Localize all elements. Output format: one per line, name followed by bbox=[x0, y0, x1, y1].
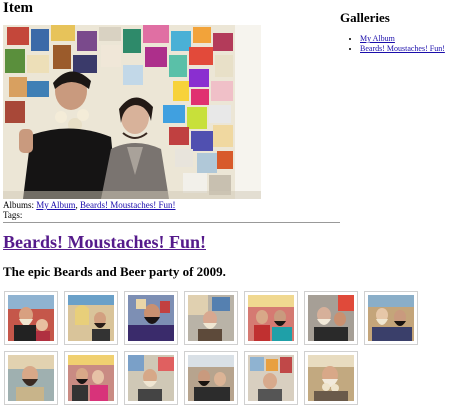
gallery-link-beards[interactable]: Beards! Moustaches! Fun! bbox=[360, 44, 445, 53]
album-link-beards[interactable]: Beards! Moustaches! Fun! bbox=[80, 200, 175, 210]
thumbnail[interactable] bbox=[124, 291, 178, 345]
thumbnail[interactable] bbox=[184, 291, 238, 345]
galleries-list-item: My Album bbox=[360, 34, 450, 44]
thumbnail[interactable] bbox=[244, 291, 298, 345]
thumbnail[interactable] bbox=[304, 291, 358, 345]
thumbnail[interactable] bbox=[4, 291, 58, 345]
album-link-my-album[interactable]: My Album bbox=[36, 200, 75, 210]
galleries-heading: Galleries bbox=[340, 10, 390, 25]
thumbnail[interactable] bbox=[4, 351, 58, 405]
albums-line: Albums: My Album, Beards! Moustaches! Fu… bbox=[3, 200, 176, 210]
item-heading: Item bbox=[3, 0, 33, 16]
thumbnail[interactable] bbox=[124, 351, 178, 405]
gallery-title-link[interactable]: Beards! Moustaches! Fun! bbox=[3, 232, 206, 253]
thumbnail[interactable] bbox=[64, 351, 118, 405]
tags-label: Tags: bbox=[3, 210, 23, 220]
galleries-sidebar: Galleries My Album Beards! Moustaches! F… bbox=[340, 10, 450, 54]
albums-label: Albums: bbox=[3, 200, 35, 210]
page: Item Albums: My Album, Beards! Moustache… bbox=[0, 0, 450, 414]
gallery-description: The epic Beards and Beer party of 2009. bbox=[3, 264, 226, 279]
thumbnail[interactable] bbox=[304, 351, 358, 405]
galleries-list: My Album Beards! Moustaches! Fun! bbox=[340, 34, 450, 54]
thumbnail[interactable] bbox=[244, 351, 298, 405]
gallery-link-my-album[interactable]: My Album bbox=[360, 34, 395, 43]
main-photo[interactable] bbox=[3, 25, 261, 199]
divider bbox=[3, 222, 340, 223]
tags-line: Tags: bbox=[3, 210, 22, 220]
galleries-list-item: Beards! Moustaches! Fun! bbox=[360, 44, 450, 54]
thumbnail[interactable] bbox=[364, 291, 418, 345]
thumbnail[interactable] bbox=[64, 291, 118, 345]
thumbnail[interactable] bbox=[184, 351, 238, 405]
